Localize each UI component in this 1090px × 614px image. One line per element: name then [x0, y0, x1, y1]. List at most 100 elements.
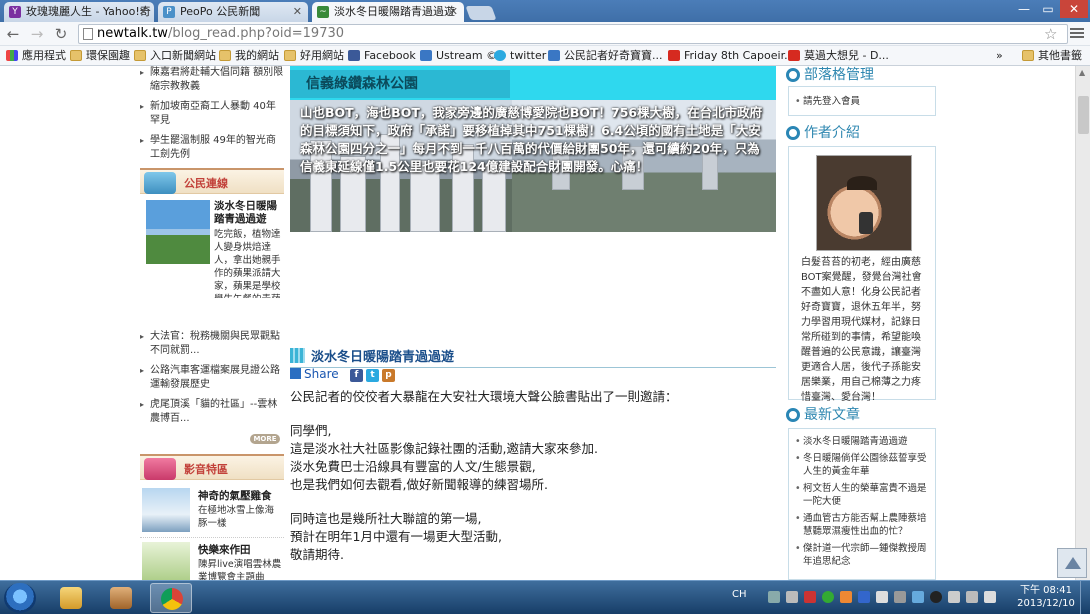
civic-links-header: 公民連線: [140, 168, 284, 194]
bookmark-twitter[interactable]: twitter: [494, 48, 546, 64]
flag-icon[interactable]: [876, 591, 888, 603]
close-icon[interactable]: ✕: [449, 2, 458, 22]
tab-peopo[interactable]: P PeoPo 公民新聞 ✕: [158, 2, 308, 22]
media-thumbnail[interactable]: [142, 542, 190, 580]
scroll-up-icon[interactable]: ▲: [1079, 68, 1085, 77]
list-item[interactable]: 通血管古方能否幫上農陣蔡培慧聽眾濕瘦性出血的忙？: [793, 512, 931, 538]
list-item[interactable]: 冬日暖陽倘佯公園徐茲誓享受人生的黃金年華: [793, 452, 931, 478]
window-close-icon[interactable]: ✕: [1060, 0, 1088, 18]
featured-thumbnail[interactable]: [146, 200, 210, 264]
bookmark-youtube[interactable]: 莫過大想兒 - D...: [788, 48, 889, 64]
twitter-share-icon[interactable]: t: [366, 369, 379, 382]
folder-icon: [219, 50, 231, 61]
tray-icon[interactable]: [822, 591, 834, 603]
bookmark-other[interactable]: 其他書籤: [1022, 48, 1082, 64]
taskbar-chrome[interactable]: [150, 583, 192, 613]
tray-icon[interactable]: [840, 591, 852, 603]
login-link[interactable]: 請先登入會員: [793, 95, 931, 108]
bookmark-folder[interactable]: 好用網站: [284, 48, 344, 64]
close-icon[interactable]: ✕: [293, 2, 302, 22]
chrome-icon: [161, 588, 183, 610]
minimize-icon[interactable]: —: [1012, 0, 1036, 18]
address-bar[interactable]: newtalk.tw/blog_read.php?oid=19730: [78, 24, 1068, 44]
tray-icon[interactable]: [894, 591, 906, 603]
feature-banner[interactable]: 信義綠鑽森林公園 山也BOT，海也BOT，我家旁邊的廣慈博愛院也BOT！756棵…: [290, 66, 776, 232]
maximize-icon[interactable]: ▭: [1036, 0, 1060, 18]
list-item[interactable]: 陳嘉君將赴輔大倡同籍 額別限縮宗教教義: [140, 66, 284, 94]
peopo-favicon-icon: P: [163, 6, 175, 18]
avatar[interactable]: [816, 155, 912, 251]
taskbar-app[interactable]: [100, 583, 142, 613]
share-button[interactable]: Share: [290, 367, 339, 383]
clock[interactable]: 下午 08:41 2013/12/10: [1016, 584, 1076, 610]
list-item[interactable]: 柯文哲人生的榮華富貴不過是一陀大便: [793, 482, 931, 508]
web-page: 陳嘉君將赴輔大倡同籍 額別限縮宗教教義 新加坡南亞裔工人暴動 40年罕見 學生罷…: [0, 66, 1090, 580]
volume-icon[interactable]: [984, 591, 996, 603]
tab-label: 淡水冬日暖陽踏青過過遊: [334, 5, 455, 18]
ime-indicator[interactable]: CH: [732, 589, 747, 600]
list-item[interactable]: 淡水冬日暖陽踏青過過遊: [793, 435, 931, 448]
plurk-share-icon[interactable]: p: [382, 369, 395, 382]
bookmark-ustream[interactable]: 公民記者好奇寶寶...: [548, 48, 663, 64]
app-icon: [110, 587, 132, 609]
url-path: /blog_read.php?oid=19730: [167, 26, 345, 41]
show-desktop-button[interactable]: [1080, 581, 1090, 614]
network-icon[interactable]: [966, 591, 978, 603]
forward-arrow-icon[interactable]: →: [28, 25, 46, 43]
bookmarks-overflow-button[interactable]: »: [996, 48, 1003, 64]
tab-active-article[interactable]: ~ 淡水冬日暖陽踏青過過遊 ✕: [312, 2, 464, 22]
reload-icon[interactable]: ↻: [52, 25, 70, 43]
windows-taskbar: CH 下午 08:41 2013/12/10: [0, 580, 1090, 614]
chrome-menu-icon[interactable]: [1070, 26, 1084, 40]
list-item[interactable]: 公路汽車客運檔案展見證公路運輸發展歷史: [140, 364, 284, 392]
close-icon[interactable]: ✕: [139, 2, 148, 22]
tab-strip: Y 玫瑰瑰麗人生 - Yahoo!奇 ✕ P PeoPo 公民新聞 ✕ ~ 淡水…: [0, 0, 1090, 22]
featured-excerpt-overflow: [140, 298, 284, 326]
tv-icon: [144, 458, 176, 480]
bookmark-facebook[interactable]: Facebook: [348, 48, 416, 64]
start-button[interactable]: [4, 583, 36, 613]
banner-text: 山也BOT，海也BOT，我家旁邊的廣慈博愛院也BOT！756棵大樹，在台北市政府…: [300, 105, 763, 174]
article-letter-continued: 同時這也是幾所社大聯誼的第一場, 預計在明年1月中還有一場更大型活動, 敬請期待…: [290, 511, 502, 562]
scrollbar-thumb[interactable]: [1078, 96, 1089, 134]
tab-yahoo[interactable]: Y 玫瑰瑰麗人生 - Yahoo!奇 ✕: [4, 2, 154, 22]
list-item[interactable]: 新加坡南亞裔工人暴動 40年罕見: [140, 100, 284, 128]
bookmark-ustream[interactable]: Ustream ©: [420, 48, 497, 64]
apps-icon: [6, 50, 18, 61]
facebook-share-icon[interactable]: f: [350, 369, 363, 382]
article-intro: 公民記者的佼佼者大暴龍在大安社大環境大聲公臉書貼出了一則邀請：: [290, 389, 678, 404]
list-item[interactable]: 傑計道一代宗師—鍾傑教授周年追思紀念: [793, 542, 931, 568]
new-tab-button[interactable]: [465, 6, 497, 20]
bookmark-apps[interactable]: 應用程式: [6, 48, 66, 64]
tray-icon[interactable]: [930, 591, 942, 603]
bookmark-folder[interactable]: 我的網站: [219, 48, 279, 64]
author-bio: 白髮苔苔的初老，經由廣慈BOT案覺醒，發覺台灣社會不盡如人意！化身公民記者好奇寶…: [801, 257, 922, 403]
media-thumbnail[interactable]: [142, 488, 190, 532]
youtube-icon: [668, 50, 680, 61]
media-item[interactable]: 快樂來作田 陳昇live演唱雲林農業博覽會主題曲: [140, 538, 284, 580]
bookmarks-bar: 應用程式 環保園趣 入口新聞網站 我的網站 好用網站 Facebook Ustr…: [0, 46, 1090, 66]
bookmark-folder[interactable]: 環保園趣: [70, 48, 130, 64]
back-to-top-button[interactable]: [1057, 548, 1087, 578]
list-item[interactable]: 大法官：稅務機關與民眾觀點不同就罰...: [140, 330, 284, 358]
media-item[interactable]: 神奇的氣壓雞食 在極地冰雪上像海豚一樣: [140, 486, 284, 538]
tray-icon[interactable]: [786, 591, 798, 603]
featured-title[interactable]: 淡水冬日暖陽踏青過過遊: [214, 200, 282, 226]
list-item[interactable]: 虎尾頂溪「貓的社區」--雲林農博百...: [140, 398, 284, 426]
tray-icon[interactable]: [804, 591, 816, 603]
tray-icon[interactable]: [858, 591, 870, 603]
keyboard-icon[interactable]: [768, 591, 780, 603]
page-scrollbar[interactable]: ▲ ▼: [1075, 66, 1090, 580]
tray-icon[interactable]: [948, 591, 960, 603]
tray-icon[interactable]: [912, 591, 924, 603]
list-item[interactable]: 學生罷溫制服 49年的智光商工劍先例: [140, 134, 284, 162]
share-icon: [290, 368, 301, 379]
back-arrow-icon[interactable]: ←: [4, 25, 22, 43]
article-header: 淡水冬日暖陽踏青過過遊: [290, 346, 776, 368]
more-button[interactable]: MORE: [250, 434, 280, 444]
taskbar-explorer[interactable]: [50, 583, 92, 613]
featured-post: 淡水冬日暖陽踏青過過遊 吃完飯，植物達人變身烘焙達人，拿出她親手作的蘋果派請大家…: [140, 200, 284, 298]
bookmark-star-icon[interactable]: ☆: [1044, 25, 1057, 43]
bookmark-youtube[interactable]: Friday 8th Capoeir...: [668, 48, 795, 64]
bookmark-folder[interactable]: 入口新聞網站: [134, 48, 216, 64]
